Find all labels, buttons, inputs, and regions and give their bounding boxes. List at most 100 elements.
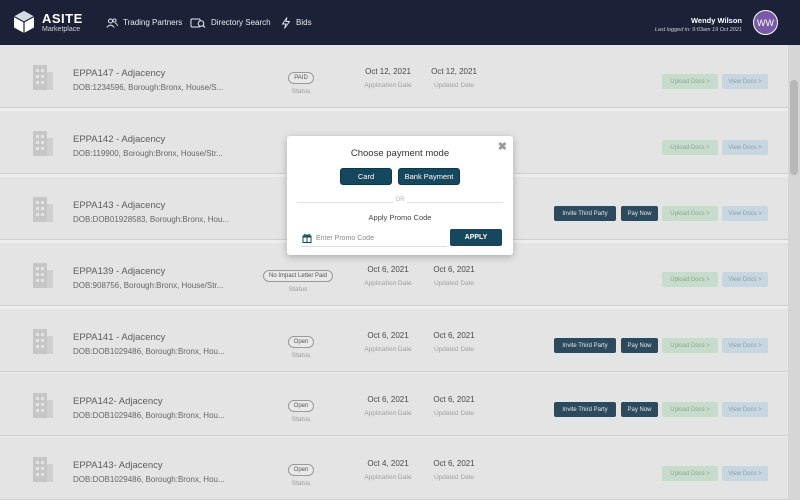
invite-third-party-button[interactable]: Invite Third Party — [554, 206, 616, 221]
building-icon — [33, 393, 53, 418]
bank-payment-button[interactable]: Bank Payment — [398, 168, 460, 185]
updated-date-label: Updated Date — [433, 410, 475, 417]
nav-directory-search[interactable]: Directory Search — [190, 0, 271, 45]
row-description: DOB:DOB1029486, Borough:Bronx, Hou... — [73, 411, 225, 420]
upload-docs-button[interactable]: Upload Docs > — [662, 272, 718, 287]
updated-date: Oct 6, 2021 — [433, 395, 475, 404]
row-description: DOB:1234596, Borough:Bronx, House/S... — [73, 83, 224, 92]
status-block: Open Status — [282, 458, 320, 487]
invite-third-party-button[interactable]: Invite Third Party — [554, 402, 616, 417]
status-badge: Open — [287, 336, 315, 348]
promo-code-field — [302, 230, 447, 247]
application-date-label: Application Date — [364, 410, 412, 417]
status-block: Open Status — [282, 394, 320, 423]
directory-search-icon — [190, 18, 206, 28]
nav-bids[interactable]: Bids — [281, 0, 312, 45]
updated-date-label: Updated Date — [433, 474, 475, 481]
application-date-block: Oct 6, 2021 Application Date — [358, 331, 418, 353]
row-title: EPPA139 - Adjacency — [73, 266, 166, 277]
row-title: EPPA141 - Adjacency — [73, 332, 166, 343]
apply-button[interactable]: APPLY — [450, 229, 502, 246]
building-icon — [33, 131, 53, 156]
applications-list: EPPA147 - Adjacency DOB:1234596, Borough… — [0, 45, 788, 500]
list-item: EPPA141 - Adjacency DOB:DOB1029486, Boro… — [0, 309, 788, 372]
application-date-label: Application Date — [364, 474, 412, 481]
status-block: PAID Status — [282, 66, 320, 95]
building-icon — [33, 197, 53, 222]
row-description: DOB:908756, Borough:Bronx, House/Str... — [73, 281, 224, 290]
view-docs-button[interactable]: View Docs > — [722, 402, 768, 417]
application-date: Oct 12, 2021 — [365, 67, 411, 76]
status-block: Open Status — [282, 330, 320, 359]
building-icon — [33, 263, 53, 288]
scrollbar-thumb[interactable] — [790, 80, 798, 175]
row-title: EPPA143- Adjacency — [73, 460, 163, 471]
view-docs-button[interactable]: View Docs > — [722, 74, 768, 89]
status-badge: Open — [287, 400, 315, 412]
view-docs-button[interactable]: View Docs > — [722, 466, 768, 481]
nav-label: Bids — [296, 18, 312, 27]
upload-docs-button[interactable]: Upload Docs > — [662, 74, 718, 89]
status-block: No Impact Letter Paid Status — [256, 264, 340, 293]
row-description: DOB:DOB01928583, Borough:Bronx, Hou... — [73, 215, 230, 224]
nav-label: Trading Partners — [123, 18, 183, 27]
status-badge: PAID — [288, 72, 314, 84]
avatar[interactable]: WW — [753, 10, 778, 35]
row-title: EPPA147 - Adjacency — [73, 68, 166, 79]
nav-trading-partners[interactable]: Trading Partners — [106, 0, 182, 45]
view-docs-button[interactable]: View Docs > — [722, 272, 768, 287]
upload-docs-button[interactable]: Upload Docs > — [662, 466, 718, 481]
brand-logo[interactable]: ASITE Marketplace — [12, 10, 83, 34]
pay-now-button[interactable]: Pay Now — [621, 206, 658, 221]
status-label: Status — [291, 88, 311, 95]
application-date-block: Oct 6, 2021 Application Date — [358, 395, 418, 417]
list-item: EPPA143- Adjacency DOB:DOB1029486, Borou… — [0, 437, 788, 500]
lightning-icon — [281, 16, 291, 29]
building-icon — [33, 65, 53, 90]
status-label: Status — [291, 352, 311, 359]
gift-icon — [302, 233, 312, 243]
status-badge: No Impact Letter Paid — [262, 270, 334, 282]
nav-label: Directory Search — [211, 18, 271, 27]
building-icon — [33, 329, 53, 354]
updated-date-label: Updated Date — [433, 280, 475, 287]
list-item: EPPA142- Adjacency DOB:DOB1029486, Borou… — [0, 373, 788, 436]
list-item: EPPA147 - Adjacency DOB:1234596, Borough… — [0, 45, 788, 108]
view-docs-button[interactable]: View Docs > — [722, 206, 768, 221]
brand-title: ASITE — [42, 10, 83, 26]
updated-date: Oct 6, 2021 — [433, 265, 475, 274]
application-date: Oct 6, 2021 — [367, 265, 409, 274]
application-date-label: Application Date — [364, 82, 412, 89]
view-docs-button[interactable]: View Docs > — [722, 140, 768, 155]
application-date: Oct 4, 2021 — [367, 459, 409, 468]
application-date-block: Oct 6, 2021 Application Date — [358, 265, 418, 287]
pay-now-button[interactable]: Pay Now — [621, 338, 658, 353]
application-date-label: Application Date — [364, 280, 412, 287]
pay-now-button[interactable]: Pay Now — [621, 402, 658, 417]
upload-docs-button[interactable]: Upload Docs > — [662, 140, 718, 155]
invite-third-party-button[interactable]: Invite Third Party — [554, 338, 616, 353]
updated-date-block: Oct 6, 2021 Updated Date — [424, 459, 484, 481]
payment-mode-dialog: ✖ Choose payment mode Card Bank Payment … — [287, 136, 513, 255]
application-date-label: Application Date — [364, 346, 412, 353]
row-title: EPPA142- Adjacency — [73, 396, 163, 407]
row-title: EPPA142 - Adjacency — [73, 134, 166, 145]
view-docs-button[interactable]: View Docs > — [722, 338, 768, 353]
updated-date-block: Oct 12, 2021 Updated Date — [424, 67, 484, 89]
card-payment-button[interactable]: Card — [340, 168, 392, 185]
user-name: Wendy Wilson — [690, 16, 742, 25]
promo-code-input[interactable] — [316, 234, 436, 242]
user-info: Wendy Wilson Last logged in: 9:03am 19 O… — [655, 16, 742, 33]
application-date-block: Oct 4, 2021 Application Date — [358, 459, 418, 481]
status-label: Status — [291, 480, 311, 487]
application-date-block: Oct 12, 2021 Application Date — [358, 67, 418, 89]
row-description: DOB:DOB1029486, Borough:Bronx, Hou... — [73, 347, 225, 356]
cube-logo-icon — [13, 11, 35, 33]
upload-docs-button[interactable]: Upload Docs > — [662, 402, 718, 417]
top-navigation-bar: ASITE Marketplace Trading Partners Direc… — [0, 0, 800, 45]
row-title: EPPA143 - Adjacency — [73, 200, 166, 211]
updated-date-label: Updated Date — [433, 82, 475, 89]
upload-docs-button[interactable]: Upload Docs > — [662, 338, 718, 353]
users-icon — [106, 17, 118, 28]
upload-docs-button[interactable]: Upload Docs > — [662, 206, 718, 221]
